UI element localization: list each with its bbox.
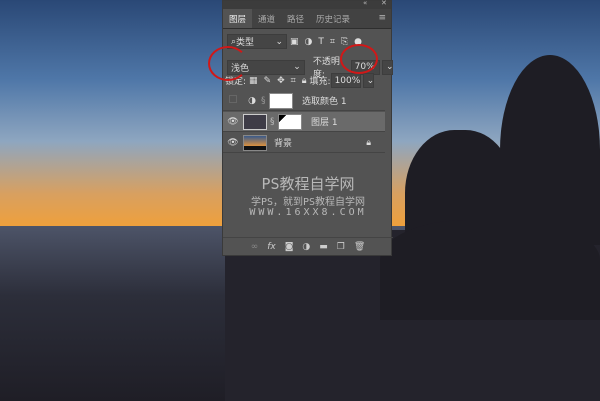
shape-filter-icon[interactable]: ⌗ [330,37,335,47]
chevron-down-icon: ⌄ [275,36,283,47]
lock-transparent-icon[interactable]: ▦ [249,76,258,86]
lock-artboard-icon[interactable]: ⌗ [291,76,296,86]
trash-icon[interactable]: 🗑︎ [354,242,365,252]
layers-panel: «✕ 图层 通道 路径 历史记录 ≡ ⌕ 类型 ⌄ ▣ ◑ T ⌗ ⎘ ● 浅色 ⌄ … [222,0,394,256]
lock-move-icon[interactable]: ✥ [277,76,285,86]
visibility-toggle-off[interactable] [223,95,243,106]
new-layer-icon[interactable]: ❐ [337,242,345,252]
fill-input[interactable]: 100% [330,73,361,88]
layer-row-layer-1[interactable]: 👁︎ § 图层 1 [223,112,385,132]
panel-tabs: 图层 通道 路径 历史记录 ≡ [223,9,391,29]
layer-thumbnail[interactable] [243,113,267,130]
image-filter-icon[interactable]: ▣ [290,37,299,47]
watermark-url: WWW.16XX8.COM [249,207,367,218]
tab-channels[interactable]: 通道 [252,9,281,28]
layer-row-selective-color[interactable]: ◑ § 选取颜色 1 [223,91,385,111]
panel-topbar: «✕ [223,0,391,9]
chevron-down-icon: ⌄ [293,62,301,72]
annotation-circle-blend-mode [208,46,248,81]
adjustment-icon[interactable]: ◑ [302,242,310,252]
layer-name[interactable]: 选取颜色 1 [302,94,347,107]
fill-value: 100% [334,75,361,86]
close-icon[interactable]: ✕ [381,0,387,7]
tab-layers[interactable]: 图层 [223,9,253,28]
tab-paths[interactable]: 路径 [281,9,310,28]
watermark-title: PS教程自学网 [261,175,355,193]
type-filter-icon[interactable]: T [318,37,324,47]
adjustment-layer-icon: ◑ [248,95,256,106]
fill-label: 填充: [309,77,331,87]
chain-link-icon[interactable]: § [261,96,269,106]
link-icon[interactable]: ∞ [251,242,259,252]
eye-icon[interactable]: 👁︎ [223,117,243,127]
adjustment-filter-icon[interactable]: ◑ [305,37,313,47]
lock-all-icon[interactable]: 🔒︎ [302,76,307,86]
layer-name[interactable]: 背景 [274,136,292,149]
layer-row-background[interactable]: 👁︎ 背景 🔒︎ [223,133,385,153]
layer-thumbnail[interactable] [243,134,267,151]
lock-icon: 🔒︎ [366,137,371,148]
fill-dropdown[interactable]: ⌄ [362,73,374,88]
tree-silhouette [500,55,600,245]
layer-mask-thumbnail[interactable] [269,92,293,109]
annotation-circle-opacity [340,44,378,74]
smart-object-filter-icon[interactable]: ⎘ [341,37,348,47]
filter-type-label: 类型 [236,38,255,48]
eye-icon[interactable]: 👁︎ [223,138,243,148]
watermark-subtitle: 学PS，就到PS教程自学网 [250,197,366,208]
mask-icon[interactable]: ◙ [285,242,294,252]
tab-history[interactable]: 历史记录 [310,9,356,28]
layer-mask-thumbnail[interactable] [278,113,302,130]
panel-menu-icon[interactable]: ≡ [373,9,391,28]
layer-name[interactable]: 图层 1 [311,115,338,128]
collapse-icon[interactable]: « [363,0,367,7]
chain-link-icon[interactable]: § [270,117,278,127]
lock-brush-icon[interactable]: ✎ [264,76,272,86]
layers-toolbar: ∞ fx ◙ ◑ ▬ ❐ 🗑︎ [223,237,393,255]
fx-icon[interactable]: fx [267,242,276,252]
folder-icon[interactable]: ▬ [319,242,328,252]
